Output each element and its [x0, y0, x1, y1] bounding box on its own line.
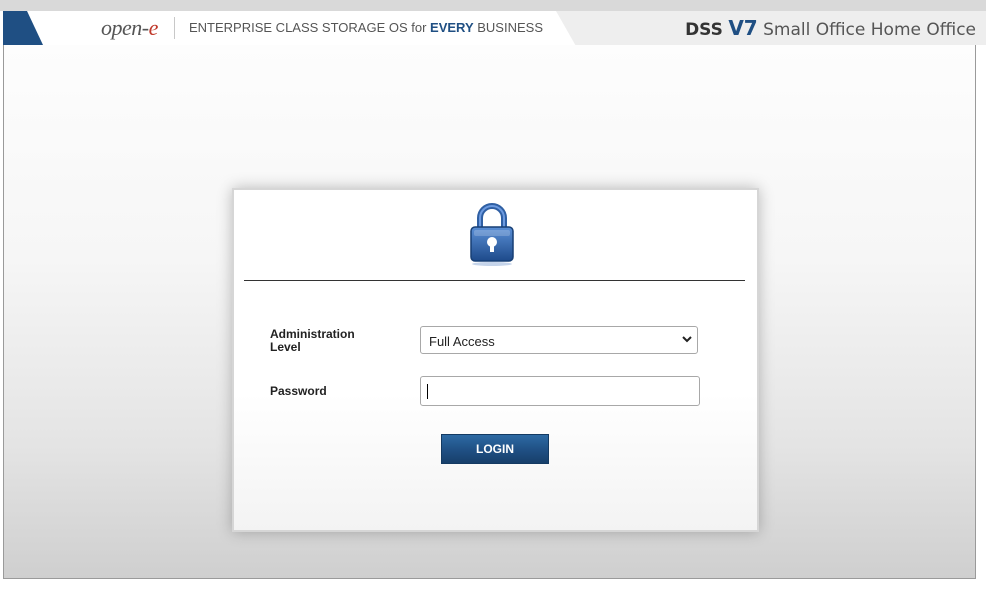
main-content-area: Administration Level Full Access Passwor… — [3, 45, 976, 579]
product-version: V7 — [728, 16, 758, 40]
login-panel: Administration Level Full Access Passwor… — [232, 188, 759, 532]
padlock-icon — [470, 203, 514, 266]
password-label: Password — [270, 384, 327, 398]
top-strip — [0, 0, 986, 11]
header-accent-stripe — [3, 11, 43, 45]
password-field[interactable] — [420, 376, 700, 406]
logo-separator — [174, 17, 175, 39]
administration-level-select[interactable]: Full Access — [420, 326, 698, 354]
product-edition: Small Office Home Office — [763, 20, 976, 40]
footer-strip — [3, 579, 976, 594]
administration-level-value: Full Access — [429, 334, 495, 349]
login-button[interactable]: LOGIN — [441, 434, 549, 464]
text-caret — [427, 384, 428, 399]
panel-divider — [244, 280, 745, 281]
product-name: DSS — [685, 20, 723, 40]
tagline: ENTERPRISE CLASS STORAGE OS for EVERY BU… — [189, 20, 543, 35]
chevron-down-icon — [682, 336, 692, 343]
product-title: DSS V7 Small Office Home Office — [685, 16, 976, 40]
open-e-logo: open-e — [101, 15, 158, 40]
administration-level-label: Administration Level — [270, 327, 355, 354]
